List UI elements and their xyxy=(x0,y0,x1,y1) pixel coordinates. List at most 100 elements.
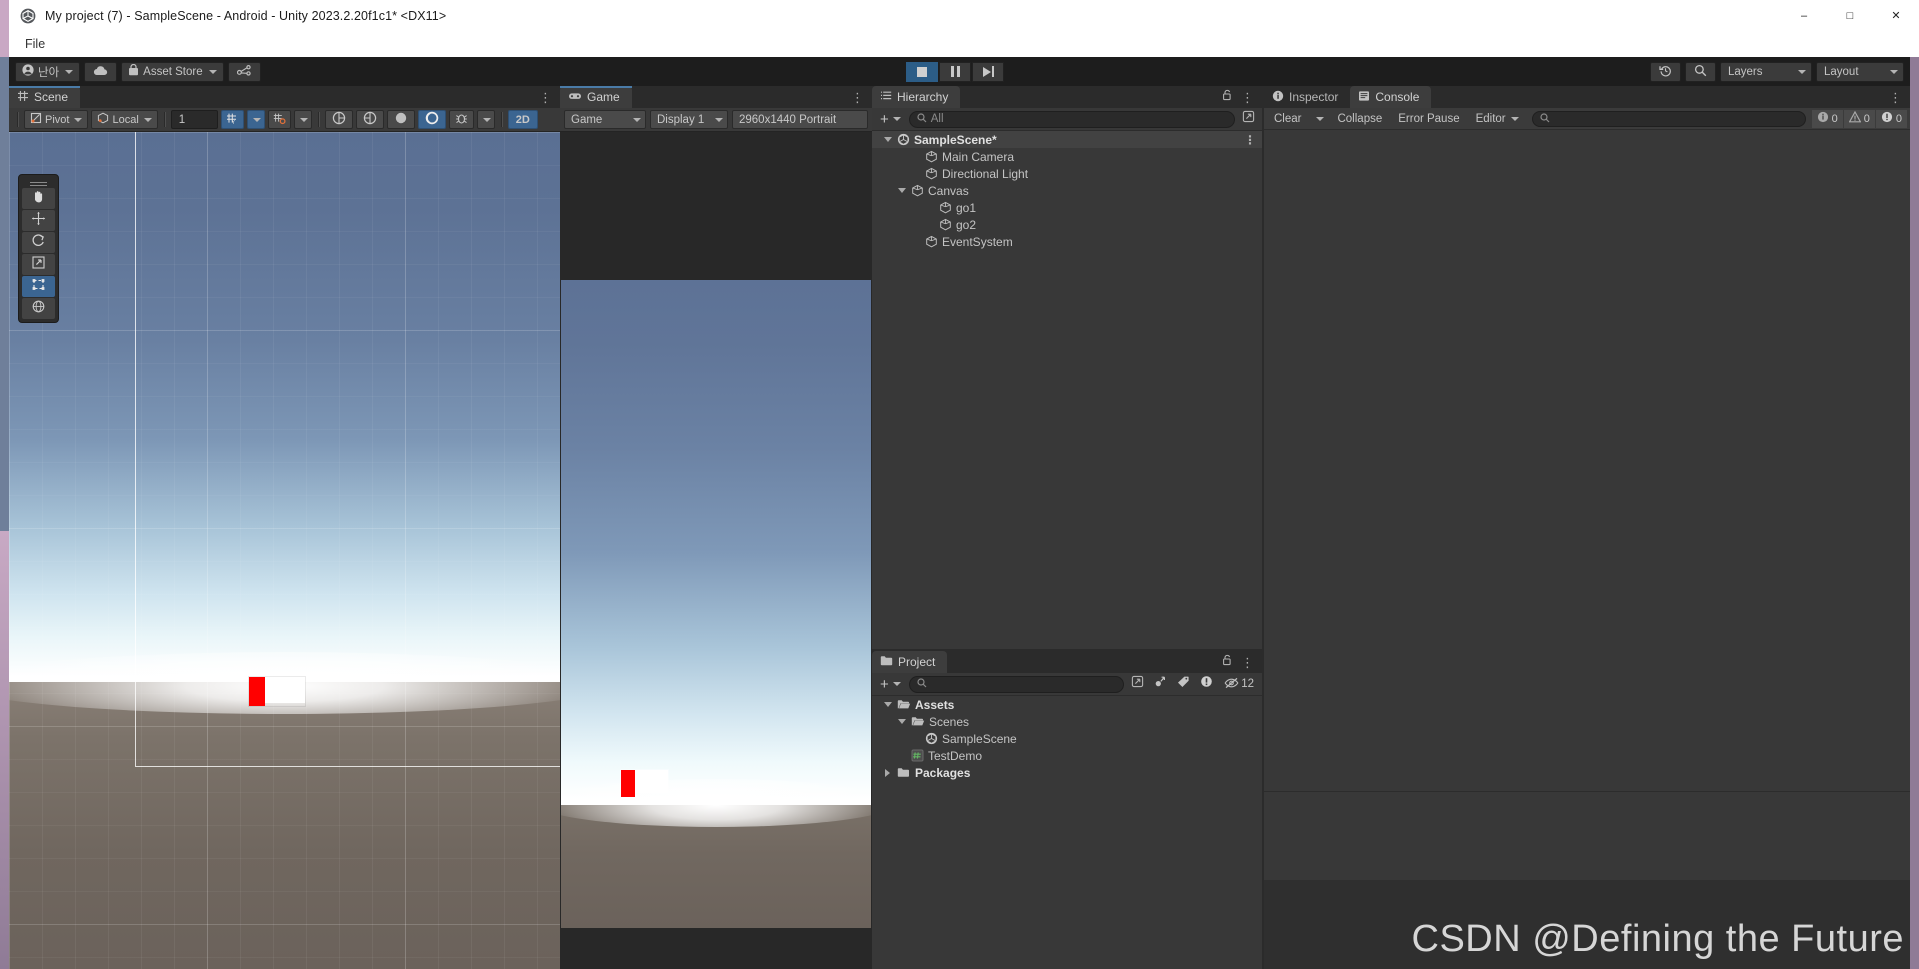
window-edge-accent xyxy=(0,0,9,31)
game-toolbar: Game Display 1 2960x1440 Portrait xyxy=(560,108,872,132)
project-type-filter-button[interactable] xyxy=(1197,675,1216,693)
tab-inspector[interactable]: Inspector xyxy=(1264,86,1351,108)
rotate-tool-button[interactable] xyxy=(22,232,55,253)
hierarchy-add-button[interactable]: + xyxy=(876,110,905,128)
tree-twisty[interactable] xyxy=(896,188,907,193)
kebab-menu-icon[interactable]: ⋮ xyxy=(1244,133,1256,147)
tree-row[interactable]: Scenes xyxy=(872,713,1262,730)
console-error-pause-toggle[interactable]: Error Pause xyxy=(1391,110,1466,128)
kebab-menu-icon[interactable]: ⋮ xyxy=(539,91,552,104)
tree-row[interactable]: go2 xyxy=(872,216,1262,233)
lock-icon[interactable] xyxy=(1222,653,1233,671)
project-hidden-count[interactable]: 12 xyxy=(1220,677,1258,692)
minimize-button[interactable]: – xyxy=(1781,0,1827,31)
console-clear-dropdown[interactable] xyxy=(1310,110,1328,128)
scale-tool-button[interactable] xyxy=(22,254,55,275)
search-button[interactable] xyxy=(1685,61,1716,82)
tree-twisty[interactable] xyxy=(882,702,893,707)
scene-gameobject-sprite[interactable] xyxy=(249,677,305,706)
tree-row[interactable]: Main Camera xyxy=(872,148,1262,165)
console-splitter[interactable] xyxy=(1264,791,1910,792)
tab-game[interactable]: Game xyxy=(560,86,632,108)
magnet-snap-dropdown[interactable] xyxy=(293,110,312,129)
grid-snap-dropdown[interactable] xyxy=(246,110,265,129)
kebab-menu-icon[interactable]: ⋮ xyxy=(1241,91,1254,104)
tab-project[interactable]: Project xyxy=(872,651,948,673)
tree-row[interactable]: Canvas xyxy=(872,182,1262,199)
local-dropdown[interactable]: Local xyxy=(91,110,158,129)
tab-console[interactable]: Console xyxy=(1350,86,1432,108)
account-label: 난아 xyxy=(38,66,60,79)
audio-button[interactable] xyxy=(386,110,415,129)
project-search-input[interactable] xyxy=(908,675,1125,693)
shading-mode-button[interactable] xyxy=(324,110,353,129)
layout-dropdown[interactable]: Layout xyxy=(1816,61,1904,82)
project-add-button[interactable]: + xyxy=(876,675,905,693)
tree-twisty[interactable] xyxy=(882,768,893,777)
grid-size-input[interactable]: 1 xyxy=(170,110,218,129)
layers-dropdown[interactable]: Layers xyxy=(1720,61,1812,82)
console-collapse-toggle[interactable]: Collapse xyxy=(1330,110,1389,128)
grid-snap-toggle[interactable]: Y xyxy=(220,110,244,129)
unity-icon xyxy=(20,8,36,24)
pause-button[interactable] xyxy=(939,61,972,82)
bug-dropdown[interactable] xyxy=(476,110,495,129)
console-log-count[interactable]: 0 xyxy=(1811,109,1843,128)
2d-lighting-button[interactable] xyxy=(355,110,384,129)
rect-tool-button[interactable] xyxy=(22,276,55,297)
tab-scene[interactable]: Scene xyxy=(9,86,81,108)
account-dropdown[interactable]: 난아 xyxy=(15,61,81,82)
play-button[interactable] xyxy=(906,61,939,82)
tool-palette-drag-handle[interactable] xyxy=(22,178,55,187)
menu-item-file[interactable]: File xyxy=(16,35,54,53)
transform-tool-button[interactable] xyxy=(22,298,55,319)
tab-hierarchy[interactable]: Hierarchy xyxy=(872,86,961,108)
history-button[interactable] xyxy=(1650,61,1681,82)
scene-viewport[interactable] xyxy=(9,132,560,969)
hierarchy-search-input[interactable]: All xyxy=(908,110,1235,128)
bug-icon xyxy=(455,112,468,128)
kebab-menu-icon[interactable]: ⋮ xyxy=(1241,656,1254,669)
bug-button[interactable] xyxy=(448,110,474,129)
collab-button[interactable] xyxy=(227,61,261,82)
step-button[interactable] xyxy=(972,61,1005,82)
hierarchy-expand-search-button[interactable] xyxy=(1239,110,1258,128)
lock-icon[interactable] xyxy=(1222,88,1233,106)
display-dropdown[interactable]: Display 1 xyxy=(650,110,728,129)
2d-mode-toggle[interactable]: 2D xyxy=(507,110,538,129)
tree-row[interactable]: Packages xyxy=(872,764,1262,781)
move-tool-button[interactable] xyxy=(22,210,55,231)
tree-row[interactable]: SampleScene xyxy=(872,730,1262,747)
tree-row[interactable]: Assets xyxy=(872,696,1262,713)
tree-row[interactable]: EventSystem xyxy=(872,233,1262,250)
cloud-button[interactable] xyxy=(84,61,118,82)
project-favorite-filter-button[interactable] xyxy=(1151,675,1170,693)
game-view-dropdown[interactable]: Game xyxy=(564,110,646,129)
maximize-button[interactable]: □ xyxy=(1827,0,1873,31)
close-button[interactable]: ✕ xyxy=(1873,0,1919,31)
console-warning-count[interactable]: 0 xyxy=(1843,109,1875,128)
console-editor-dropdown[interactable]: Editor xyxy=(1469,110,1526,128)
console-search-input[interactable] xyxy=(1531,110,1806,127)
game-viewport[interactable] xyxy=(560,132,872,969)
chevron-down-icon xyxy=(1798,69,1806,74)
tree-row[interactable]: go1 xyxy=(872,199,1262,216)
tree-row[interactable]: TestDemo xyxy=(872,747,1262,764)
project-expand-search-button[interactable] xyxy=(1128,675,1147,693)
console-error-count[interactable]: 0 xyxy=(1875,109,1907,128)
console-message-list[interactable] xyxy=(1264,130,1910,902)
magnet-snap-toggle[interactable] xyxy=(267,110,291,129)
tree-row[interactable]: Directional Light xyxy=(872,165,1262,182)
hand-tool-button[interactable] xyxy=(22,188,55,209)
resolution-dropdown[interactable]: 2960x1440 Portrait xyxy=(732,110,868,129)
kebab-menu-icon[interactable]: ⋮ xyxy=(1889,91,1902,104)
tree-row[interactable]: SampleScene* ⋮ xyxy=(872,131,1262,148)
tree-twisty[interactable] xyxy=(882,137,893,142)
project-label-filter-button[interactable] xyxy=(1174,675,1193,693)
fx-button[interactable] xyxy=(417,110,446,129)
asset-store-button[interactable]: Asset Store xyxy=(121,61,224,82)
tree-twisty[interactable] xyxy=(896,719,907,724)
pivot-dropdown[interactable]: Pivot xyxy=(24,110,89,129)
kebab-menu-icon[interactable]: ⋮ xyxy=(851,91,864,104)
console-clear-button[interactable]: Clear xyxy=(1267,110,1308,128)
